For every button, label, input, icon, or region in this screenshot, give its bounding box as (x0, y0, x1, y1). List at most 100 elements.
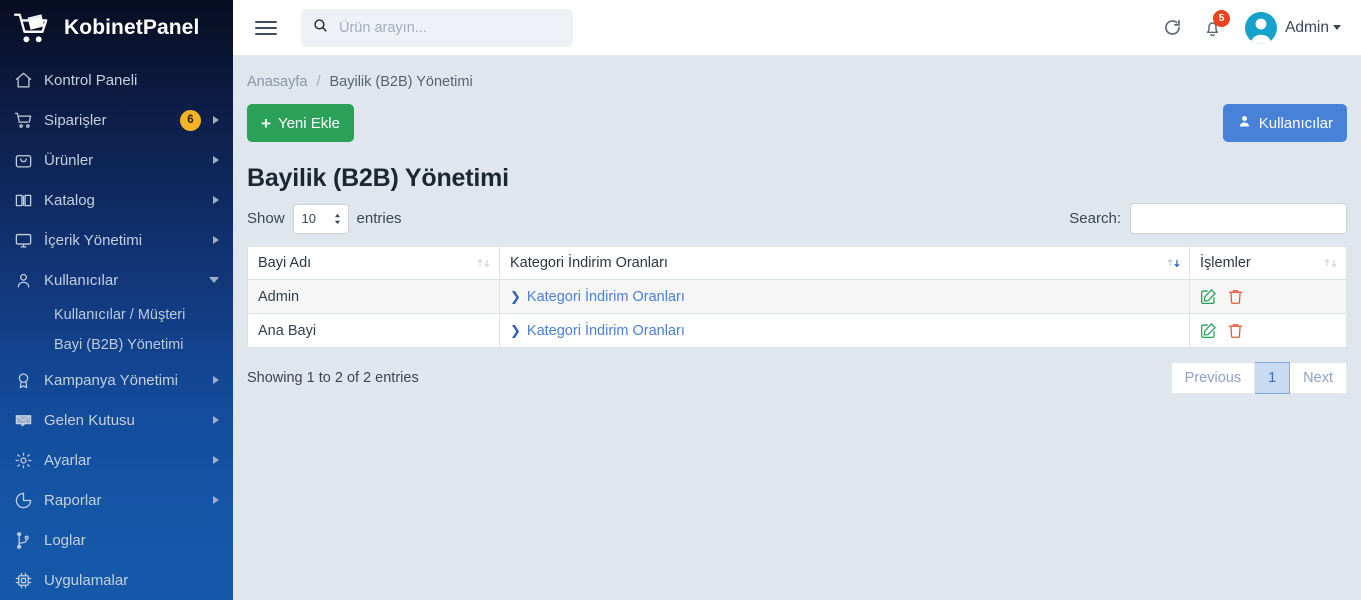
book-icon (14, 191, 44, 210)
sidebar-item-icerik-yonetimi[interactable]: İçerik Yönetimi (0, 220, 233, 260)
breadcrumb-separator: / (316, 74, 321, 90)
app-root: KobinetPanel Kontrol Paneli Siparişler 6 (0, 0, 1361, 600)
sidebar-item-gelen-kutusu[interactable]: Gelen Kutusu (0, 400, 233, 440)
mail-check-icon (14, 411, 44, 430)
sidebar-item-label: Uygulamalar (44, 571, 129, 589)
bell-icon[interactable]: 5 (1195, 9, 1231, 45)
brand-name: KobinetPanel (64, 16, 200, 39)
chevron-right-icon (213, 376, 219, 384)
sidebar-subitem-bayi-b2b-yonetimi[interactable]: Bayi (B2B) Yönetimi (0, 330, 233, 360)
column-header-islemler[interactable]: İşlemler (1189, 246, 1347, 280)
sidebar-item-kontrol-paneli[interactable]: Kontrol Paneli (0, 60, 233, 100)
sort-both-icon (1324, 257, 1337, 270)
sidebar-item-kampanya-yonetimi[interactable]: Kampanya Yönetimi (0, 360, 233, 400)
breadcrumb-current: Bayilik (B2B) Yönetimi (329, 74, 473, 90)
notification-count-badge: 5 (1213, 9, 1231, 27)
table-footer: Showing 1 to 2 of 2 entries Previous 1 N… (247, 362, 1347, 394)
user-icon (14, 271, 44, 290)
sort-both-icon (477, 257, 490, 270)
sidebar-item-katalog[interactable]: Katalog (0, 180, 233, 220)
sidebar-item-label: İçerik Yönetimi (44, 231, 143, 249)
table-search-control: Search: (1069, 203, 1347, 234)
award-icon (14, 371, 44, 390)
sidebar-item-label: Katalog (44, 191, 95, 209)
chevron-right-icon (213, 456, 219, 464)
breadcrumb-home[interactable]: Anasayfa (247, 74, 307, 90)
pie-chart-icon (14, 491, 44, 510)
table-search-input[interactable] (1130, 203, 1347, 234)
show-label: Show (247, 210, 285, 227)
sidebar-item-label: Raporlar (44, 491, 102, 509)
kategori-indirim-link[interactable]: ❯ Kategori İndirim Oranları (510, 289, 685, 305)
column-header-label: Kategori İndirim Oranları (510, 255, 668, 271)
add-new-button[interactable]: + Yeni Ekle (247, 104, 354, 142)
add-new-label: Yeni Ekle (277, 114, 340, 132)
main-area: 5 Admin Anasayfa / Bayilik (B2B) Yönetim… (233, 0, 1361, 600)
search-input[interactable] (337, 18, 562, 37)
sidebar-item-kullanicilar[interactable]: Kullanıcılar (0, 260, 233, 300)
entries-label: entries (356, 210, 402, 227)
edit-icon[interactable] (1200, 322, 1217, 339)
pagination-previous[interactable]: Previous (1170, 362, 1256, 394)
cell-islemler (1189, 279, 1347, 314)
git-branch-icon (14, 531, 44, 550)
edit-icon[interactable] (1200, 288, 1217, 305)
trash-icon[interactable] (1227, 288, 1244, 305)
chevron-right-icon (213, 416, 219, 424)
refresh-icon[interactable] (1155, 11, 1189, 45)
page-title: Bayilik (B2B) Yönetimi (247, 164, 509, 192)
sidebar-item-loglar[interactable]: Loglar (0, 520, 233, 560)
chevron-down-icon (1333, 25, 1341, 30)
kategori-indirim-link-label: Kategori İndirim Oranları (526, 322, 685, 339)
column-header-kategori-indirim-oranlari[interactable]: Kategori İndirim Oranları (499, 246, 1190, 280)
page-length-select-wrap[interactable]: 102550100 (292, 203, 349, 234)
bag-icon (14, 151, 44, 170)
monitor-icon (14, 231, 44, 250)
global-search[interactable] (301, 8, 573, 47)
plus-icon: + (261, 113, 271, 133)
sidebar-item-uygulamalar[interactable]: Uygulamalar (0, 560, 233, 600)
chevron-right-icon: ❯ (510, 322, 521, 338)
pagination-page-1[interactable]: 1 (1255, 362, 1291, 394)
dealers-table: Bayi Adı Kategori İndirim Oranları İşlem… (247, 246, 1347, 348)
hamburger-icon[interactable] (255, 17, 277, 39)
pagination: Previous 1 Next (1170, 362, 1347, 394)
kategori-indirim-link[interactable]: ❯ Kategori İndirim Oranları (510, 323, 685, 339)
shopping-cart-icon (12, 11, 54, 45)
sidebar: KobinetPanel Kontrol Paneli Siparişler 6 (0, 0, 233, 600)
trash-icon[interactable] (1227, 322, 1244, 339)
sidebar-item-label: Siparişler (44, 111, 107, 129)
row-actions (1200, 288, 1336, 305)
sidebar-item-siparisler[interactable]: Siparişler 6 (0, 100, 233, 140)
user-menu-label: Admin (1285, 18, 1329, 36)
users-button[interactable]: Kullanıcılar (1222, 104, 1347, 142)
action-row: + Yeni Ekle Kullanıcılar (247, 104, 1347, 142)
sidebar-subitem-kullanicilar-musteri[interactable]: Kullanıcılar / Müşteri (0, 300, 233, 330)
pagination-next[interactable]: Next (1290, 362, 1347, 394)
column-header-bayi-adi[interactable]: Bayi Adı (247, 246, 500, 280)
table-search-label: Search: (1069, 210, 1121, 227)
sidebar-item-ayarlar[interactable]: Ayarlar (0, 440, 233, 480)
user-menu[interactable]: Admin (1285, 19, 1343, 37)
sidebar-item-urunler[interactable]: Ürünler (0, 140, 233, 180)
brand-logo[interactable]: KobinetPanel (0, 0, 233, 56)
avatar[interactable] (1245, 11, 1278, 44)
chevron-right-icon (213, 116, 219, 124)
top-bar: 5 Admin (233, 0, 1361, 56)
cell-islemler (1189, 313, 1347, 348)
page-content: Anasayfa / Bayilik (B2B) Yönetimi + Yeni… (233, 56, 1361, 600)
cart-icon (14, 111, 44, 130)
sidebar-subitem-label: Kullanıcılar / Müşteri (54, 307, 186, 323)
column-header-label: İşlemler (1200, 255, 1251, 271)
sort-desc-icon (1167, 257, 1180, 270)
table-head: Bayi Adı Kategori İndirim Oranları İşlem… (247, 246, 1347, 280)
sidebar-subitem-label: Bayi (B2B) Yönetimi (54, 337, 184, 353)
chevron-down-icon (209, 277, 219, 283)
page-length-control: Show 102550100 entries (247, 203, 402, 234)
table-row: Ana Bayi ❯ Kategori İndirim Oranları (247, 313, 1347, 348)
sidebar-item-raporlar[interactable]: Raporlar (0, 480, 233, 520)
page-length-select[interactable]: 102550100 (292, 203, 349, 234)
table-header-row: Bayi Adı Kategori İndirim Oranları İşlem… (247, 246, 1347, 280)
search-icon (312, 17, 329, 39)
sidebar-nav: Kontrol Paneli Siparişler 6 Ürünler Kata… (0, 56, 233, 600)
